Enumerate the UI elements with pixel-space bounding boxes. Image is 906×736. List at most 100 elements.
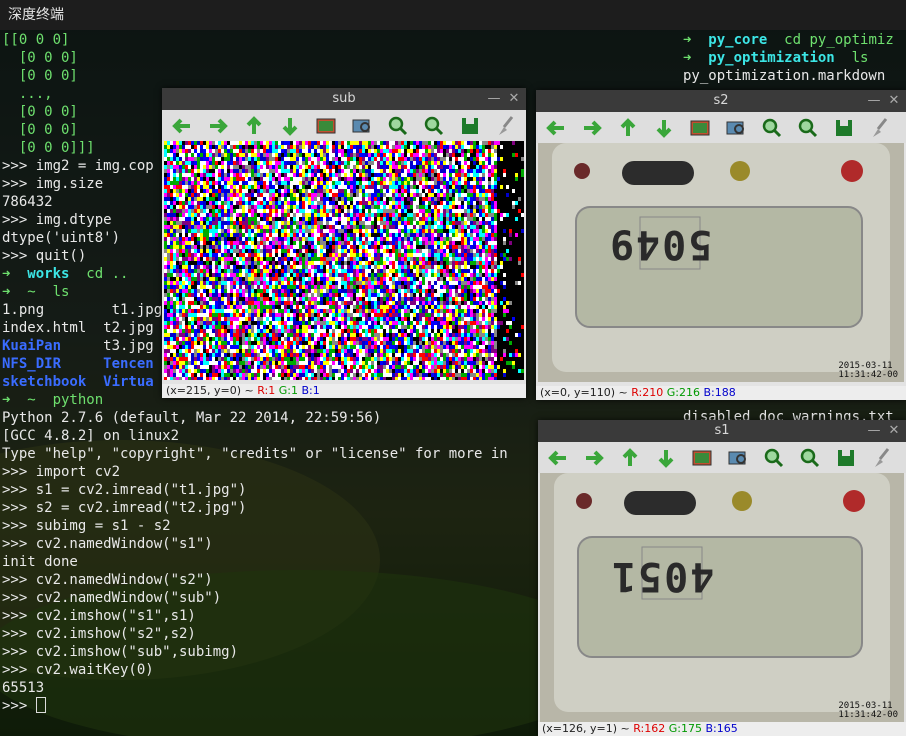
terminal-line: >>> cv2.imshow("s2",s2) <box>2 626 196 642</box>
brush-icon[interactable] <box>868 116 892 140</box>
brush-icon[interactable] <box>870 446 894 470</box>
meter-image: 4051 2015-03-11 11:31:42-00 <box>540 473 904 722</box>
terminal-line: ..., <box>2 86 53 102</box>
terminal-line: ➜ ~ ls <box>2 284 70 300</box>
terminal-line: ➜ py_optimization ls <box>683 50 869 66</box>
terminal-line: ➜ py_core cd py_optimiz <box>683 32 894 48</box>
window-s2[interactable]: s2 — ✕ 5049 2015-03-11 11:31:42-00 (x=0, … <box>536 90 906 400</box>
zoom-fit-icon[interactable] <box>724 116 748 140</box>
meter-image: 5049 2015-03-11 11:31:42-00 <box>538 143 904 382</box>
terminal-line: NFS_DIR Tencen <box>2 356 154 372</box>
terminal-line: [GCC 4.8.2] on linux2 <box>2 428 180 444</box>
zoom-out-icon[interactable] <box>796 116 820 140</box>
arrow-right-icon[interactable] <box>582 446 606 470</box>
terminal-line: [[0 0 0] <box>2 32 70 48</box>
terminal-line: init done <box>2 554 78 570</box>
app-title: 深度终端 <box>8 7 64 23</box>
terminal-line: dtype('uint8') <box>2 230 121 246</box>
arrow-up-icon[interactable] <box>618 446 642 470</box>
terminal-line: >>> s1 = cv2.imread("t1.jpg") <box>2 482 247 498</box>
photo-timestamp: 2015-03-11 11:31:42-00 <box>838 701 898 720</box>
photo-timestamp: 2015-03-11 11:31:42-00 <box>838 361 898 380</box>
terminal-cursor <box>35 697 46 713</box>
window-title: s1 <box>538 420 906 442</box>
terminal-line: [0 0 0] <box>2 122 78 138</box>
arrow-up-icon[interactable] <box>616 116 640 140</box>
save-icon[interactable] <box>834 446 858 470</box>
image-icon[interactable] <box>314 114 338 138</box>
minimize-button[interactable]: — <box>864 90 884 112</box>
zoom-fit-icon[interactable] <box>726 446 750 470</box>
terminal-line: KuaiPan t3.jpg <box>2 338 154 354</box>
terminal-line: index.html t2.jpg <box>2 320 154 336</box>
terminal-line: >>> img.size <box>2 176 104 192</box>
arrow-left-icon[interactable] <box>544 116 568 140</box>
meter-drawing <box>538 143 904 382</box>
terminal-line: >>> cv2.namedWindow("s2") <box>2 572 213 588</box>
toolbar <box>536 112 906 143</box>
brush-icon[interactable] <box>494 114 518 138</box>
toolbar <box>538 442 906 473</box>
window-s1[interactable]: s1 — ✕ 4051 2015-03-11 11:31:42-00 (x=126… <box>538 420 906 736</box>
terminal-line: [0 0 0] <box>2 104 78 120</box>
lcd-digits: 4051 <box>610 553 715 599</box>
status-bar: (x=0, y=110) ~ R:210 G:216 B:188 <box>536 386 906 400</box>
terminal-line: >>> img2 = img.cop <box>2 158 154 174</box>
terminal-line: [0 0 0] <box>2 50 78 66</box>
save-icon[interactable] <box>832 116 856 140</box>
arrow-left-icon[interactable] <box>170 114 194 138</box>
terminal-line: 65513 <box>2 680 45 696</box>
arrow-up-icon[interactable] <box>242 114 266 138</box>
minimize-button[interactable]: — <box>864 420 884 442</box>
terminal-line: >>> quit() <box>2 248 87 264</box>
terminal-line: ➜ works cd .. <box>2 266 129 282</box>
status-bar: (x=126, y=1) ~ R:162 G:175 B:165 <box>538 722 906 736</box>
terminal-line: >>> <box>2 697 46 715</box>
arrow-down-icon[interactable] <box>278 114 302 138</box>
terminal-line: >>> s2 = cv2.imread("t2.jpg") <box>2 500 247 516</box>
meter-drawing <box>540 473 904 722</box>
arrow-right-icon[interactable] <box>580 116 604 140</box>
zoom-in-icon[interactable] <box>386 114 410 138</box>
terminal-line: [0 0 0]]] <box>2 140 95 156</box>
zoom-fit-icon[interactable] <box>350 114 374 138</box>
terminal-line: >>> img.dtype <box>2 212 112 228</box>
terminal-line: >>> cv2.imshow("s1",s1) <box>2 608 196 624</box>
image-icon[interactable] <box>690 446 714 470</box>
terminal-line: >>> cv2.imshow("sub",subimg) <box>2 644 239 660</box>
terminal-line: 786432 <box>2 194 53 210</box>
arrow-left-icon[interactable] <box>546 446 570 470</box>
terminal-line: >>> cv2.namedWindow("sub") <box>2 590 222 606</box>
terminal-line: Python 2.7.6 (default, Mar 22 2014, 22:5… <box>2 410 382 426</box>
zoom-out-icon[interactable] <box>422 114 446 138</box>
terminal-line: >>> cv2.waitKey(0) <box>2 662 154 678</box>
arrow-right-icon[interactable] <box>206 114 230 138</box>
image-icon[interactable] <box>688 116 712 140</box>
terminal-line: >>> import cv2 <box>2 464 121 480</box>
close-button[interactable]: ✕ <box>504 88 524 110</box>
status-bar: (x=215, y=0) ~ R:1 G:1 B:1 <box>162 384 526 398</box>
save-icon[interactable] <box>458 114 482 138</box>
window-title: sub <box>162 88 526 110</box>
terminal-line: sketchbook Virtua <box>2 374 154 390</box>
terminal-line: Type "help", "copyright", "credits" or "… <box>2 446 508 462</box>
toolbar <box>162 110 526 141</box>
terminal-line: py_optimization.markdown <box>683 68 886 84</box>
minimize-button[interactable]: — <box>484 88 504 110</box>
close-button[interactable]: ✕ <box>884 90 904 112</box>
terminal-line: >>> cv2.namedWindow("s1") <box>2 536 213 552</box>
arrow-down-icon[interactable] <box>652 116 676 140</box>
arrow-down-icon[interactable] <box>654 446 678 470</box>
app-title-bar: 深度终端 <box>0 0 906 30</box>
terminal-line: 1.png t1.jpg <box>2 302 163 318</box>
zoom-in-icon[interactable] <box>762 446 786 470</box>
terminal-line: ➜ ~ python <box>2 392 104 408</box>
terminal-line: >>> subimg = s1 - s2 <box>2 518 171 534</box>
terminal-line: [0 0 0] <box>2 68 78 84</box>
zoom-in-icon[interactable] <box>760 116 784 140</box>
close-button[interactable]: ✕ <box>884 420 904 442</box>
window-sub[interactable]: sub — ✕ (x=215, y=0) ~ R:1 G:1 B:1 <box>162 88 526 398</box>
zoom-out-icon[interactable] <box>798 446 822 470</box>
subtraction-image <box>164 141 524 380</box>
window-title: s2 <box>536 90 906 112</box>
